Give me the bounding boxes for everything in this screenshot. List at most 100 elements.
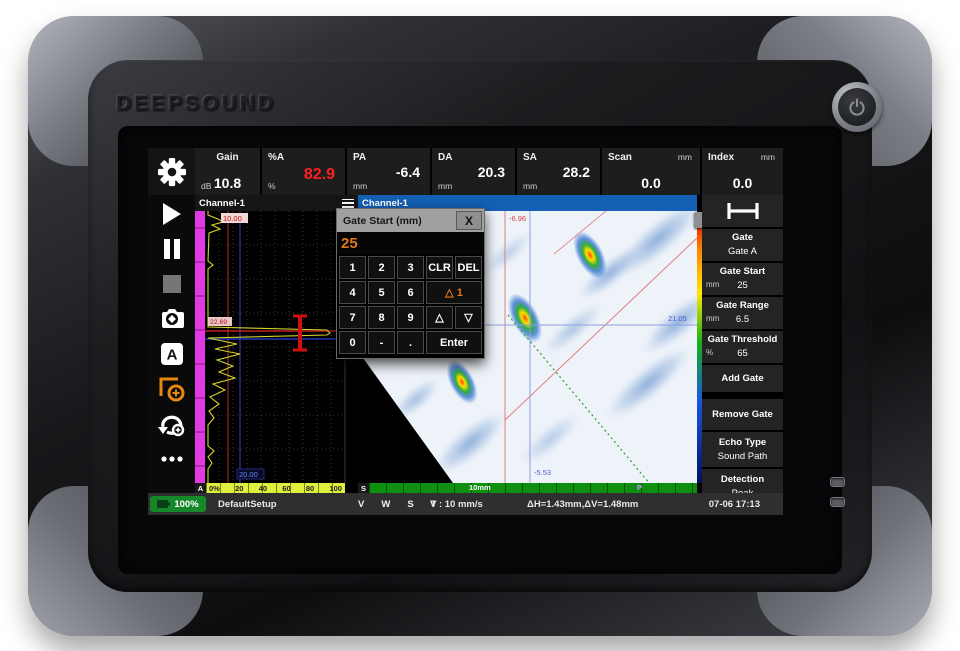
ascan-plot[interactable]: 10.00 22.69 20.00 [195, 211, 358, 483]
gate-start-field[interactable]: Gate Start mm 25 [702, 263, 783, 295]
key-step[interactable]: △ 1 [426, 281, 482, 304]
snapshot-button[interactable] [155, 305, 189, 333]
key-del[interactable]: DEL [455, 256, 482, 279]
key-clr[interactable]: CLR [426, 256, 453, 279]
key-6[interactable]: 6 [397, 281, 424, 304]
camera-icon [161, 309, 184, 328]
key-dot[interactable]: . [397, 331, 424, 354]
left-toolbar: A [148, 195, 195, 493]
key-1[interactable]: 1 [339, 256, 366, 279]
ascan-axis: A 0% 20 40 60 80 100 [195, 483, 345, 493]
more-button[interactable] [155, 445, 189, 473]
gate-threshold-value: 65 [737, 348, 748, 359]
sscan-scale-label: 10mm [469, 483, 491, 492]
ascan-header[interactable]: Channel-1 [195, 195, 358, 211]
index-readout[interactable]: Index mm 0.0 [702, 148, 783, 195]
flag-w[interactable]: W [381, 499, 390, 510]
tick-40: 40 [258, 483, 268, 493]
gate-parameter-panel: Gate Gate A Gate Start mm 25 Gate Range … [702, 195, 783, 515]
scan-label: Scan [608, 152, 632, 163]
flag-v[interactable]: V [358, 499, 364, 510]
gate-select-field[interactable]: Gate Gate A [702, 229, 783, 261]
keypad-titlebar[interactable]: Gate Start (mm) X [337, 209, 484, 232]
ascan-color-strip [195, 211, 205, 483]
key-9[interactable]: 9 [397, 306, 424, 329]
power-icon [838, 88, 876, 126]
pause-button[interactable] [155, 235, 189, 263]
brand-logo: DEEPSOUND [116, 92, 277, 115]
key-4[interactable]: 4 [339, 281, 366, 304]
tick-0: 0% [209, 483, 220, 493]
zoom-area-button[interactable] [155, 375, 189, 403]
pa-unit: mm [353, 181, 368, 191]
ascan-panel: Channel-1 10.00 22.69 20.00 A 0% 20 40 6… [195, 195, 358, 493]
key-7[interactable]: 7 [339, 306, 366, 329]
ascan-menu-icon[interactable] [342, 198, 354, 208]
da-readout[interactable]: DA mm 20.3 [432, 148, 515, 195]
pa-value: -6.4 [395, 163, 420, 180]
da-unit: mm [438, 181, 453, 191]
amplitude-label: %A [268, 152, 285, 163]
key-3[interactable]: 3 [397, 256, 424, 279]
sa-readout[interactable]: SA mm 28.2 [517, 148, 600, 195]
flag-s[interactable]: S [407, 499, 413, 510]
key-0[interactable]: 0 [339, 331, 366, 354]
stop-button[interactable] [155, 270, 189, 298]
tick-20: 20 [235, 483, 244, 493]
sscan-title: Channel-1 [362, 197, 408, 209]
remove-gate-button[interactable]: Remove Gate [702, 399, 783, 430]
key-8[interactable]: 8 [368, 306, 395, 329]
key-down[interactable]: ▽ [455, 306, 482, 329]
keypad-grid: 1 2 3 CLR DEL 4 5 6 △ 1 7 8 9 △ ▽ 0 - . … [337, 254, 484, 356]
keypad-close-button[interactable]: X [456, 211, 482, 230]
battery-indicator: 100% [150, 496, 206, 512]
scan-readout[interactable]: Scan mm 0.0 [602, 148, 700, 195]
gate-start-value: 25 [737, 280, 748, 291]
gate-range-field[interactable]: Gate Range mm 6.5 [702, 297, 783, 329]
sscan-axis-label: S [358, 483, 369, 493]
gain-label: Gain [216, 152, 239, 163]
key-2[interactable]: 2 [368, 256, 395, 279]
key-minus[interactable]: - [368, 331, 395, 354]
gain-value: 10.8 [213, 175, 242, 191]
pa-label: PA [353, 152, 367, 163]
sscan-right-label: 21.05 [668, 314, 687, 323]
da-value: 20.3 [477, 163, 505, 180]
refresh-zoom-button[interactable] [155, 410, 189, 438]
gate-tool-button[interactable] [702, 195, 783, 227]
gain-readout[interactable]: Gain dB 10.8 [195, 148, 260, 195]
keypad-value[interactable]: 25 [337, 232, 484, 254]
ascan-mode-button[interactable]: A [155, 340, 189, 368]
amplitude-unit: % [268, 181, 276, 191]
ascan-axis-scale: 0% 20 40 60 80 100 [206, 483, 345, 493]
play-icon [162, 203, 181, 225]
keypad-title: Gate Start (mm) [343, 214, 422, 227]
pa-readout[interactable]: PA mm -6.4 [347, 148, 430, 195]
setup-name[interactable]: DefaultSetup [218, 499, 277, 510]
add-gate-button[interactable]: Add Gate [702, 365, 783, 392]
settings-button[interactable] [148, 148, 195, 195]
sa-unit: mm [523, 181, 538, 191]
key-up[interactable]: △ [426, 306, 453, 329]
datetime: 07-06 17:13 [708, 499, 760, 510]
detection-label: Detection [720, 474, 765, 485]
sscan-bottom-label: -5.53 [534, 468, 551, 477]
amplitude-value: 82.9 [303, 166, 335, 184]
scan-speed: V : 10 mm/s [430, 499, 483, 510]
key-5[interactable]: 5 [368, 281, 395, 304]
echo-type-field[interactable]: Echo Type Sound Path [702, 432, 783, 467]
play-button[interactable] [155, 200, 189, 228]
da-label: DA [438, 152, 453, 163]
tick-60: 60 [282, 483, 291, 493]
ellipsis-icon [160, 456, 183, 462]
gate-threshold-field[interactable]: Gate Threshold % 65 [702, 331, 783, 363]
power-button[interactable] [832, 82, 882, 132]
key-enter[interactable]: Enter [426, 331, 482, 354]
delta-readout: ΔH=1.43mm,ΔV=1.48mm [527, 499, 639, 510]
amplitude-readout[interactable]: %A % 82.9 [262, 148, 345, 195]
ascan-axis-label: A [195, 483, 206, 493]
a-letter-icon: A [160, 343, 183, 365]
sscan-top-label: -6.96 [509, 214, 526, 223]
stop-icon [162, 275, 181, 293]
gate-icon [726, 203, 759, 219]
